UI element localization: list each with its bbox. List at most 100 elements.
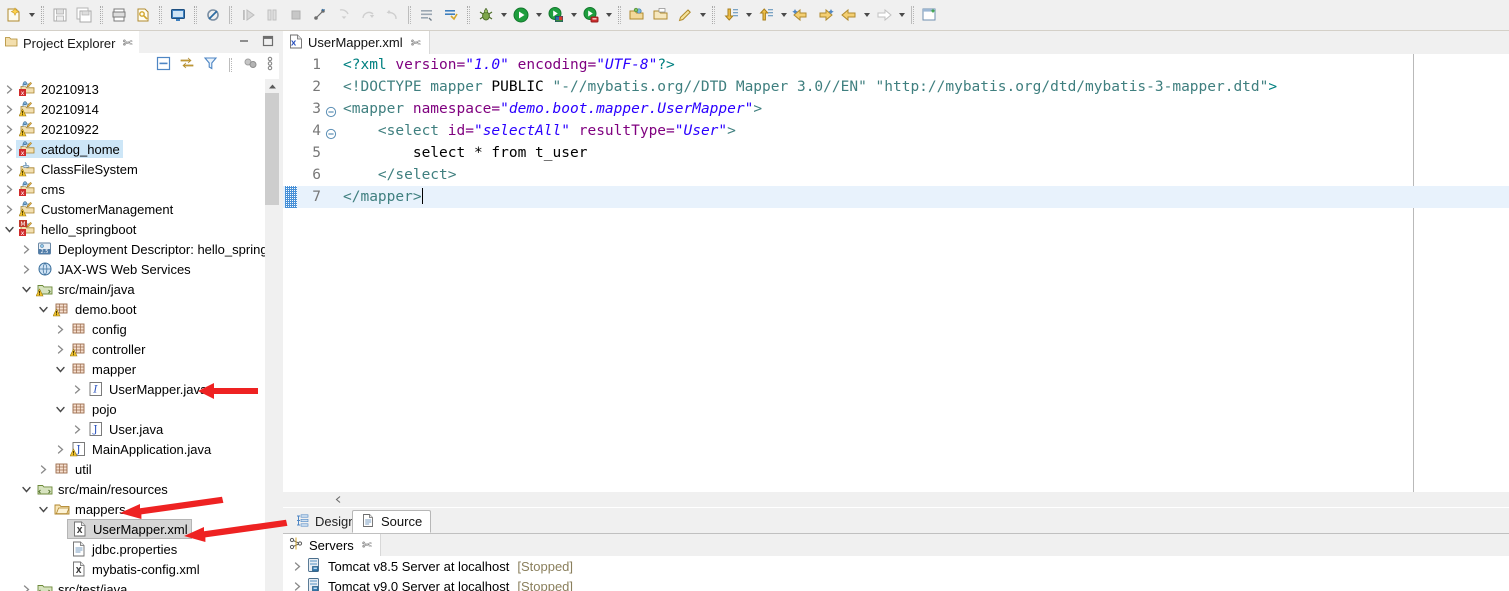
tree-item-hello-springboot[interactable]: Mx hello_springboot: [0, 219, 265, 239]
tree-item-deployment-descriptor-hello-springb[interactable]: 2.5 Deployment Descriptor: hello_springb: [0, 239, 265, 259]
back-icon[interactable]: [837, 3, 861, 27]
chevron-down-icon[interactable]: [36, 499, 50, 519]
quick-access-dropdown-arrow[interactable]: [697, 4, 708, 26]
print-icon[interactable]: [107, 3, 131, 27]
new-wizard-dropdown-arrow[interactable]: [26, 4, 37, 26]
scroll-up-button[interactable]: [265, 79, 279, 93]
filter-icon[interactable]: [202, 55, 219, 75]
run-on-server-icon[interactable]: [544, 3, 568, 27]
resume-icon[interactable]: [236, 3, 260, 27]
chevron-right-icon[interactable]: [2, 139, 16, 159]
profile-icon[interactable]: [579, 3, 603, 27]
tree-item-content[interactable]: config: [67, 320, 130, 338]
chevron-right-icon[interactable]: [19, 259, 33, 279]
tree-item-content[interactable]: mapper: [67, 360, 139, 378]
scrollbar-thumb[interactable]: [265, 93, 279, 205]
tree-item-src-main-resources[interactable]: src/main/resources: [0, 479, 265, 499]
tree-item-content[interactable]: demo.boot: [50, 300, 139, 318]
chevron-right-icon[interactable]: [2, 79, 16, 99]
tree-item-content[interactable]: J MainApplication.java: [67, 440, 214, 458]
open-resource-icon[interactable]: [649, 3, 673, 27]
new-window-icon[interactable]: [918, 3, 942, 27]
tree-item-pojo[interactable]: pojo: [0, 399, 265, 419]
suspend-icon[interactable]: [260, 3, 284, 27]
tree-item-demo-boot[interactable]: demo.boot: [0, 299, 265, 319]
close-icon[interactable]: ✄: [362, 538, 372, 552]
step-over-icon[interactable]: [356, 3, 380, 27]
next-annotation-icon[interactable]: [754, 3, 778, 27]
tree-item-content[interactable]: x catdog_home: [16, 140, 123, 158]
no-marker-icon[interactable]: [201, 3, 225, 27]
tree-item-content[interactable]: 20210922: [16, 120, 102, 138]
save-icon[interactable]: [48, 3, 72, 27]
chevron-right-icon[interactable]: [19, 239, 33, 259]
code-line[interactable]: 4 <select id="selectAll" resultType="Use…: [283, 120, 1509, 142]
back-edit-icon[interactable]: [789, 3, 813, 27]
chevron-right-icon[interactable]: [2, 99, 16, 119]
tree-item-src-test-java[interactable]: src/test/java: [0, 579, 265, 591]
collapse-all-icon[interactable]: [155, 55, 172, 75]
tree-item-jdbc-properties[interactable]: jdbc.properties: [0, 539, 265, 559]
fold-collapse-icon[interactable]: [325, 103, 337, 118]
tree-item-content[interactable]: mappers: [50, 500, 129, 518]
run-icon[interactable]: [509, 3, 533, 27]
forward-dropdown-arrow[interactable]: [896, 4, 907, 26]
server-row[interactable]: Tomcat v9.0 Server at localhost [Stopped]: [283, 576, 1509, 591]
chevron-down-icon[interactable]: [19, 479, 33, 499]
tree-item-content[interactable]: ClassFileSystem: [16, 160, 141, 178]
tree-item-content[interactable]: util: [50, 460, 95, 478]
tab-usermapper-xml[interactable]: X UserMapper.xml ✄: [283, 31, 430, 54]
tree-item-controller[interactable]: controller: [0, 339, 265, 359]
tree-item-content[interactable]: controller: [67, 340, 148, 358]
chevron-right-icon[interactable]: [70, 419, 84, 439]
run-on-server-dropdown-arrow[interactable]: [568, 4, 579, 26]
tree-item-content[interactable]: x 20210913: [16, 80, 102, 98]
run-dropdown-arrow[interactable]: [533, 4, 544, 26]
forward-icon[interactable]: [872, 3, 896, 27]
open-task-icon[interactable]: [415, 3, 439, 27]
chevron-right-icon[interactable]: [289, 581, 305, 591]
new-wizard-icon[interactable]: [2, 3, 26, 27]
tree-item-cms[interactable]: x cms: [0, 179, 265, 199]
view-menu-icon[interactable]: [265, 55, 275, 75]
maximize-view-button[interactable]: [261, 34, 275, 51]
code-line[interactable]: 3 <mapper namespace="demo.boot.mapper.Use…: [283, 98, 1509, 120]
new-java-class-icon[interactable]: [439, 3, 463, 27]
tree-item-mainapplication-java[interactable]: J MainApplication.java: [0, 439, 265, 459]
chevron-right-icon[interactable]: [70, 379, 84, 399]
project-explorer-scrollbar[interactable]: [265, 79, 279, 591]
tree-item-20210922[interactable]: 20210922: [0, 119, 265, 139]
open-type-icon[interactable]: [625, 3, 649, 27]
fold-collapse-icon[interactable]: [325, 125, 337, 140]
chevron-down-icon[interactable]: [36, 299, 50, 319]
back-dropdown-arrow[interactable]: [861, 4, 872, 26]
server-row[interactable]: Tomcat v8.5 Server at localhost [Stopped]: [283, 556, 1509, 576]
tree-item-mapper[interactable]: mapper: [0, 359, 265, 379]
tree-item-content[interactable]: x cms: [16, 180, 68, 198]
tree-item-content[interactable]: J User.java: [84, 420, 166, 438]
code-line[interactable]: 5 select * from t_user: [283, 142, 1509, 164]
step-into-icon[interactable]: [332, 3, 356, 27]
quick-access-icon[interactable]: [673, 3, 697, 27]
tree-item-20210913[interactable]: x 20210913: [0, 79, 265, 99]
tree-item-content[interactable]: pojo: [67, 400, 120, 418]
editor-horizontal-scrollbar[interactable]: [283, 492, 1509, 507]
scroll-left-button[interactable]: [331, 492, 346, 507]
chevron-right-icon[interactable]: [53, 439, 67, 459]
chevron-down-icon[interactable]: [53, 359, 67, 379]
tree-item-content[interactable]: src/main/java: [33, 280, 138, 298]
tab-project-explorer[interactable]: Project Explorer ✄: [0, 31, 139, 53]
tab-source[interactable]: Source: [352, 510, 432, 533]
chevron-down-icon[interactable]: [53, 399, 67, 419]
chevron-right-icon[interactable]: [2, 199, 16, 219]
tree-item-content[interactable]: 2.5 Deployment Descriptor: hello_springb: [33, 240, 265, 258]
profile-dropdown-arrow[interactable]: [603, 4, 614, 26]
tree-item-config[interactable]: config: [0, 319, 265, 339]
tree-item-content[interactable]: I UserMapper.java: [84, 380, 210, 398]
tree-item-customermanagement[interactable]: CustomerManagement: [0, 199, 265, 219]
chevron-right-icon[interactable]: [53, 339, 67, 359]
terminate-icon[interactable]: [284, 3, 308, 27]
code-line[interactable]: 6 </select>: [283, 164, 1509, 186]
previous-annotation-dropdown-arrow[interactable]: [743, 4, 754, 26]
view-layout-icon[interactable]: [242, 55, 259, 75]
